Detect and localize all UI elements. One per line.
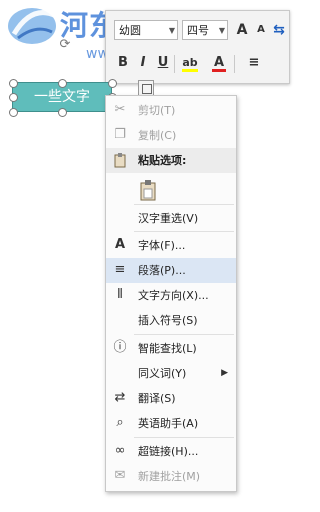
menu-item-label: 英语助手(A) bbox=[138, 417, 199, 430]
menu-item-label: 汉字重选(V) bbox=[138, 212, 199, 225]
copy-icon: ❐ bbox=[114, 127, 126, 142]
font-color-bar bbox=[212, 69, 226, 72]
menu-item-text-direction[interactable]: ⫴ 文字方向(X)... bbox=[106, 283, 236, 308]
font-size-value: 四号 bbox=[187, 24, 209, 37]
italic-button[interactable]: I bbox=[136, 53, 150, 73]
toolbar-divider bbox=[174, 55, 175, 73]
menu-divider bbox=[134, 204, 234, 205]
font-color-label: A bbox=[213, 55, 225, 70]
mini-toolbar: 幼圆 ▼ 四号 ▼ A A ⇆ B I U ab A ≡ bbox=[105, 10, 290, 84]
translate-icon: ⇄ bbox=[114, 390, 126, 405]
chevron-down-icon[interactable]: ▼ bbox=[219, 21, 225, 41]
menu-divider bbox=[134, 231, 234, 232]
menu-item-cut[interactable]: ✂ 剪切(T) bbox=[106, 98, 236, 123]
menu-item-paste-options: 粘贴选项: bbox=[106, 148, 236, 173]
font-name-value: 幼圆 bbox=[119, 24, 141, 37]
mini-toolbar-row-2: B I U ab A ≡ bbox=[106, 49, 289, 79]
layout-options-icon[interactable] bbox=[138, 80, 154, 96]
scissors-icon: ✂ bbox=[114, 102, 126, 117]
watermark-logo-icon bbox=[8, 8, 58, 44]
text-direction-icon: ⫴ bbox=[117, 287, 123, 302]
menu-item-label: 字体(F)... bbox=[138, 239, 186, 252]
menu-item-label: 文字方向(X)... bbox=[138, 289, 209, 302]
menu-item-reconvert[interactable]: 汉字重选(V) bbox=[106, 206, 236, 231]
paste-icon bbox=[112, 152, 128, 168]
font-icon: A bbox=[114, 237, 126, 252]
menu-item-label: 翻译(S) bbox=[138, 392, 176, 405]
rotate-handle-icon[interactable]: ⟳ bbox=[58, 38, 72, 52]
paragraph-icon: ≡ bbox=[114, 262, 126, 277]
chevron-right-icon: ▶ bbox=[221, 368, 228, 378]
bold-button[interactable]: B bbox=[116, 53, 130, 73]
toolbar-divider bbox=[234, 55, 235, 73]
menu-item-label: 新建批注(M) bbox=[138, 470, 201, 483]
menu-item-paragraph[interactable]: ≡ 段落(P)... bbox=[106, 258, 236, 283]
chevron-down-icon[interactable]: ▼ bbox=[169, 21, 175, 41]
menu-divider bbox=[134, 334, 234, 335]
font-size-box[interactable]: 四号 ▼ bbox=[182, 20, 228, 40]
resize-handle[interactable] bbox=[58, 108, 67, 117]
context-menu: ✂ 剪切(T) ❐ 复制(C) 粘贴选项: 汉字重选(V) A 字体(F)...… bbox=[105, 95, 237, 492]
menu-item-english-assistant[interactable]: ⌕ 英语助手(A) bbox=[106, 411, 236, 436]
highlight-color-bar bbox=[182, 69, 198, 72]
menu-item-translate[interactable]: ⇄ 翻译(S) bbox=[106, 386, 236, 411]
hyperlink-icon: ∞ bbox=[114, 443, 126, 458]
shrink-font-button[interactable]: A bbox=[254, 20, 268, 40]
smart-lookup-icon: ⓘ bbox=[113, 340, 127, 355]
shape-text: 一些文字 bbox=[34, 89, 90, 105]
paste-keep-text-only-icon[interactable] bbox=[139, 179, 157, 201]
font-color-button[interactable]: A bbox=[210, 53, 228, 73]
bullets-button[interactable]: ≡ bbox=[240, 53, 268, 73]
highlight-label: ab bbox=[182, 56, 198, 69]
mini-toolbar-row-1: 幼圆 ▼ 四号 ▼ A A ⇆ bbox=[106, 15, 289, 45]
menu-item-hyperlink[interactable]: ∞ 超链接(H)... bbox=[106, 439, 236, 464]
grow-font-button[interactable]: A bbox=[234, 20, 250, 40]
english-assistant-icon: ⌕ bbox=[116, 415, 124, 430]
resize-handle[interactable] bbox=[9, 108, 18, 117]
menu-item-copy[interactable]: ❐ 复制(C) bbox=[106, 123, 236, 148]
menu-item-insert-symbol[interactable]: 插入符号(S) bbox=[106, 308, 236, 333]
styles-button[interactable]: ⇆ bbox=[272, 20, 286, 40]
menu-item-font[interactable]: A 字体(F)... bbox=[106, 233, 236, 258]
menu-item-smart-lookup[interactable]: ⓘ 智能查找(L) bbox=[106, 336, 236, 361]
menu-item-label: 段落(P)... bbox=[138, 264, 186, 277]
resize-handle[interactable] bbox=[9, 93, 18, 102]
menu-item-label: 复制(C) bbox=[138, 129, 177, 142]
font-name-box[interactable]: 幼圆 ▼ bbox=[114, 20, 178, 40]
highlight-button[interactable]: ab bbox=[180, 53, 200, 73]
menu-item-label: 智能查找(L) bbox=[138, 342, 197, 355]
menu-item-label: 剪切(T) bbox=[138, 104, 176, 117]
menu-item-label: 粘贴选项: bbox=[138, 154, 187, 167]
menu-divider bbox=[134, 437, 234, 438]
menu-item-new-comment[interactable]: ✉ 新建批注(M) bbox=[106, 464, 236, 489]
underline-button[interactable]: U bbox=[156, 53, 170, 73]
new-comment-icon: ✉ bbox=[114, 468, 126, 483]
menu-item-synonyms[interactable]: 同义词(Y) ▶ bbox=[106, 361, 236, 386]
resize-handle[interactable] bbox=[108, 79, 117, 88]
menu-item-label: 插入符号(S) bbox=[138, 314, 198, 327]
menu-item-label: 同义词(Y) bbox=[138, 367, 187, 380]
menu-item-label: 超链接(H)... bbox=[138, 445, 199, 458]
resize-handle[interactable] bbox=[9, 79, 18, 88]
resize-handle[interactable] bbox=[58, 79, 67, 88]
